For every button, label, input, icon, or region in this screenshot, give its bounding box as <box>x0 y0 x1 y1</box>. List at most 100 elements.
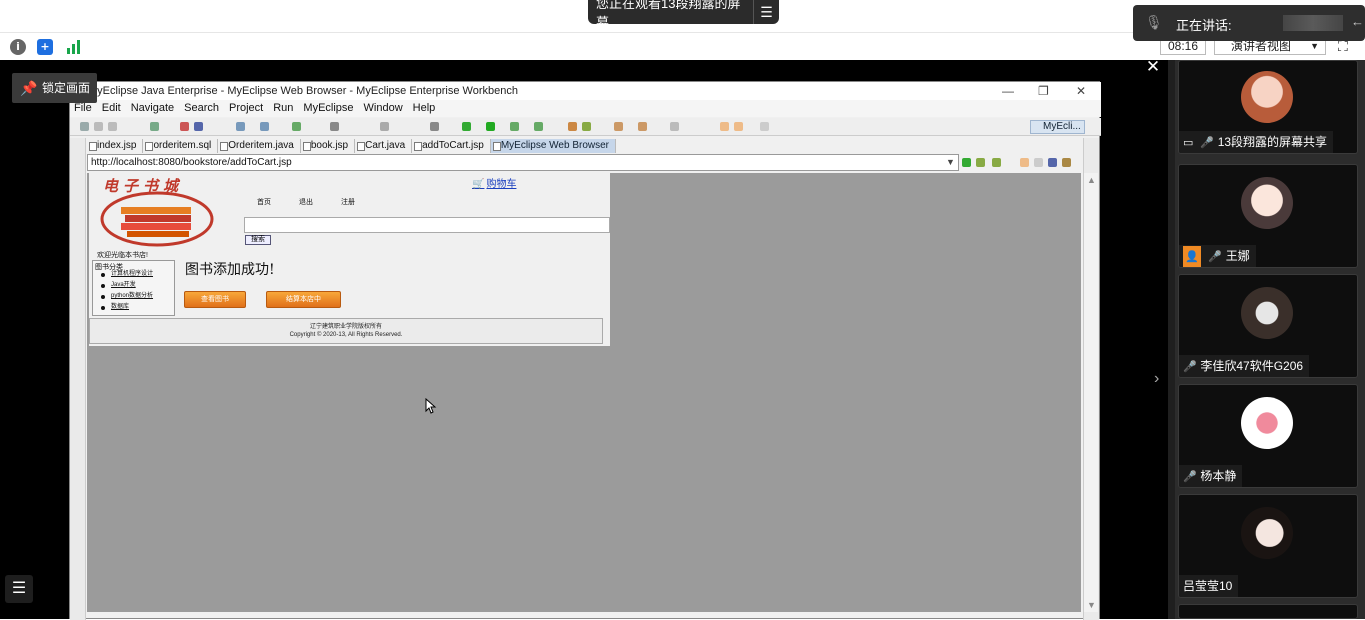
mic-icon: 🎤 <box>1208 251 1223 263</box>
debug-icon[interactable] <box>462 122 471 131</box>
server-icon[interactable] <box>180 122 189 131</box>
participant-name: 杨本静 <box>1200 469 1237 483</box>
tab-index-jsp[interactable]: index.jsp <box>87 139 144 153</box>
speaker-wave <box>1283 15 1343 31</box>
nav-home[interactable]: 首页 <box>257 197 271 207</box>
web-icon[interactable] <box>568 122 577 131</box>
new-icon[interactable] <box>80 122 89 131</box>
url-input[interactable]: http://localhost:8080/bookstore/addToCar… <box>87 154 959 171</box>
search-tool-icon[interactable] <box>330 122 339 131</box>
nav-logout[interactable]: 退出 <box>299 197 313 207</box>
close-window-icon[interactable]: ✕ <box>1076 82 1086 100</box>
menu-navigate[interactable]: Navigate <box>131 100 174 117</box>
annotation-icon[interactable] <box>638 122 647 131</box>
close-icon[interactable]: ✕ <box>1143 57 1163 77</box>
browser-back-icon[interactable] <box>1020 158 1029 167</box>
tab-cart-java[interactable]: Cart.java <box>355 139 413 153</box>
menu-myeclipse[interactable]: MyEclipse <box>303 100 353 117</box>
avatar <box>1241 507 1293 559</box>
save-icon[interactable] <box>94 122 103 131</box>
run-icon[interactable] <box>486 122 495 131</box>
package-icon[interactable] <box>292 122 301 131</box>
edit-tool-icon[interactable] <box>380 122 389 131</box>
shield-icon[interactable]: + <box>37 39 53 55</box>
deploy-icon[interactable] <box>194 122 203 131</box>
participant-card[interactable] <box>1178 604 1358 619</box>
browser-stop-icon[interactable] <box>1034 158 1043 167</box>
category-item[interactable]: Java开发 <box>99 280 153 291</box>
save-all-icon[interactable] <box>108 122 117 131</box>
participant-name-bar: 👤 🎤 王娜 <box>1179 245 1256 267</box>
menu-window[interactable]: Window <box>364 100 403 117</box>
go-icon[interactable] <box>962 158 971 167</box>
participant-card[interactable]: ▭ 🎤 13段翔露的屏幕共享 <box>1178 60 1358 154</box>
chevron-right-icon[interactable]: › <box>1154 370 1159 388</box>
external-tools-icon[interactable] <box>534 122 543 131</box>
window-title-bar: MyEclipse Java Enterprise - MyEclipse We… <box>70 82 1101 100</box>
run-config-icon[interactable] <box>510 122 519 131</box>
menu-search[interactable]: Search <box>184 100 219 117</box>
wizard-icon[interactable] <box>236 122 245 131</box>
participant-name-bar: 🎤 李佳欣47软件G206 <box>1179 355 1310 377</box>
info-icon[interactable]: i <box>10 39 26 55</box>
site-search-input[interactable] <box>244 217 610 233</box>
menu-run[interactable]: Run <box>273 100 293 117</box>
banner-menu-icon[interactable]: ☰ <box>753 0 779 24</box>
signal-icon[interactable] <box>66 39 82 55</box>
category-item[interactable]: python数据分析 <box>99 291 153 302</box>
nav-register[interactable]: 注册 <box>341 197 355 207</box>
speaking-label: 正在讲话: <box>1176 18 1232 33</box>
participant-card[interactable]: 🎤 李佳欣47软件G206 <box>1178 274 1358 378</box>
participant-card[interactable]: 吕莹莹10 <box>1178 494 1358 598</box>
perspective-label: MyEcli... <box>1043 121 1081 132</box>
list-icon[interactable]: ☰ <box>5 575 33 603</box>
vertical-scrollbar[interactable]: ▲ ▼ <box>1083 173 1098 612</box>
participant-card[interactable]: 👤 🎤 王娜 <box>1178 164 1358 268</box>
editor-tabs: index.jsp orderitem.sql Orderitem.java b… <box>87 139 1085 153</box>
wizard2-icon[interactable] <box>260 122 269 131</box>
next-icon[interactable] <box>760 122 769 131</box>
cart-link[interactable]: 🛒 购物车 <box>472 175 516 190</box>
view-mode-label: 演讲者视图 <box>1231 39 1292 53</box>
scroll-up-icon[interactable]: ▲ <box>1087 175 1096 185</box>
scroll-down-icon[interactable]: ▼ <box>1087 600 1096 610</box>
bookmark-icon[interactable] <box>992 158 1001 167</box>
panel-scrollbar[interactable] <box>1168 60 1175 619</box>
tab-orderitem-java[interactable]: Orderitem.java <box>218 139 301 153</box>
menu-edit[interactable]: Edit <box>102 100 121 117</box>
collapse-arrow-icon[interactable]: ← <box>1351 14 1364 29</box>
site-title: 电子书城 <box>103 177 184 195</box>
perspective-switcher[interactable]: MyEcli... <box>1030 120 1085 134</box>
tab-addtocart-jsp[interactable]: addToCart.jsp <box>412 139 491 153</box>
folder-icon[interactable] <box>614 122 623 131</box>
participant-card[interactable]: 🎤 杨本静 <box>1178 384 1358 488</box>
tab-orderitem-sql[interactable]: orderitem.sql <box>143 139 219 153</box>
category-item[interactable]: 数据库 <box>99 302 153 313</box>
bookstore-page: 电子书城 🛒 购物车 首页 退出 注册 搜索 欢迎光临本书店! 图书分类 计算机程… <box>89 173 610 346</box>
restore-icon[interactable]: ❐ <box>1038 82 1049 100</box>
minimize-icon[interactable]: — <box>1002 82 1014 100</box>
participant-name: 王娜 <box>1225 249 1250 263</box>
participant-name-bar: 吕莹莹10 <box>1179 575 1239 597</box>
cart-link-label: 购物车 <box>486 179 517 190</box>
menu-project[interactable]: Project <box>229 100 263 117</box>
tab-web-browser[interactable]: MyEclipse Web Browser <box>490 139 617 153</box>
console-icon[interactable] <box>430 122 439 131</box>
browser-refresh-icon[interactable] <box>1048 158 1057 167</box>
browser-tool-icon[interactable] <box>582 122 591 131</box>
browser-home-icon[interactable] <box>1062 158 1071 167</box>
mic-muted-icon: 🎤 <box>1183 361 1197 373</box>
checkout-button[interactable]: 结算本店中 <box>266 291 341 308</box>
forward-icon[interactable] <box>734 122 743 131</box>
category-item[interactable]: 计算机程序设计 <box>99 269 153 280</box>
lock-screen-button[interactable]: 📌 锁定画面 <box>12 73 97 103</box>
view-books-button[interactable]: 查看图书 <box>184 291 246 308</box>
url-dropdown-icon[interactable]: ▼ <box>946 157 955 167</box>
back-icon[interactable] <box>720 122 729 131</box>
site-search-button[interactable]: 搜索 <box>245 235 271 245</box>
nav-icon[interactable] <box>670 122 679 131</box>
go-next-icon[interactable] <box>976 158 985 167</box>
open-type-icon[interactable] <box>150 122 159 131</box>
menu-help[interactable]: Help <box>413 100 436 117</box>
tab-book-jsp[interactable]: book.jsp <box>301 139 356 153</box>
